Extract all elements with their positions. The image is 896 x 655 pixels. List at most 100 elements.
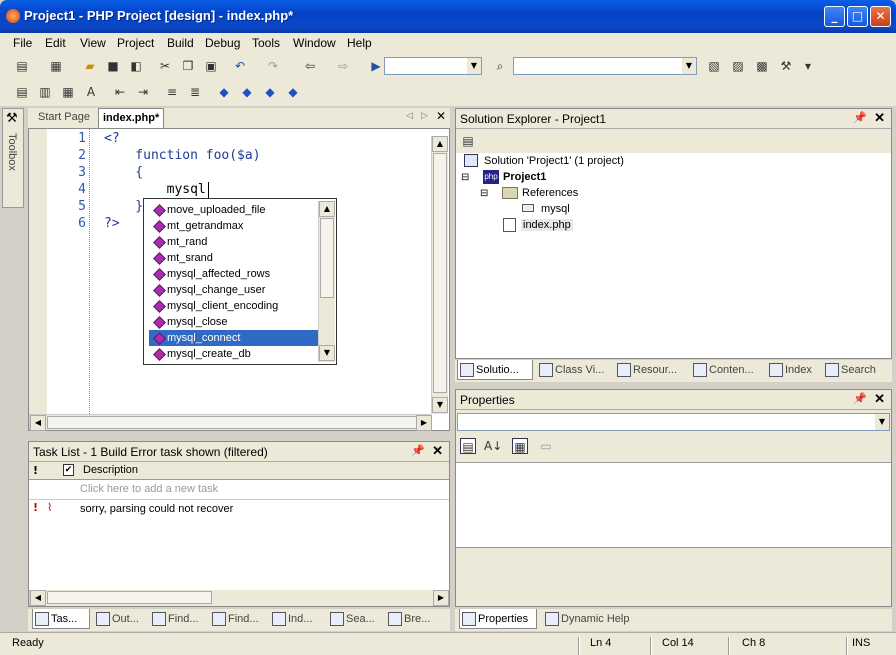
maximize-button[interactable]: □ <box>847 6 868 27</box>
tab-start-page[interactable]: Start Page <box>38 111 90 123</box>
list-item[interactable]: mt_getrandmax <box>149 218 321 234</box>
references-node[interactable]: References <box>522 187 578 199</box>
close-document-icon[interactable]: ✕ <box>436 109 446 123</box>
copy-icon[interactable]: ❐ <box>180 58 196 74</box>
menu-view[interactable]: View <box>80 36 106 50</box>
properties-icon[interactable]: ▤ <box>460 133 476 149</box>
solution-node[interactable]: Solution 'Project1' (1 project) <box>484 155 624 167</box>
redo-icon[interactable]: ↷ <box>265 58 281 74</box>
list-item[interactable]: mt_rand <box>149 234 321 250</box>
list-item[interactable]: move_uploaded_file <box>149 202 321 218</box>
properties-window-icon[interactable]: ▨ <box>730 58 746 74</box>
scroll-thumb[interactable] <box>433 153 447 393</box>
add-task-placeholder[interactable]: Click here to add a new task <box>80 483 218 495</box>
menu-window[interactable]: Window <box>293 36 336 50</box>
quick-info-icon[interactable]: ▦ <box>60 84 76 100</box>
properties-view-icon[interactable]: ▦ <box>512 438 528 454</box>
scroll-up-icon[interactable]: ▲ <box>432 136 448 152</box>
menu-tools[interactable]: Tools <box>252 36 280 50</box>
add-item-icon[interactable]: ▦ <box>48 58 64 74</box>
pin-icon[interactable]: 📌 <box>411 444 425 457</box>
close-icon[interactable]: ✕ <box>874 110 885 126</box>
comment-icon[interactable]: ≡ <box>164 84 180 100</box>
save-all-icon[interactable]: ◧ <box>128 58 144 74</box>
list-item[interactable]: mysql_close <box>149 314 321 330</box>
menu-edit[interactable]: Edit <box>45 36 66 50</box>
close-icon[interactable]: ✕ <box>432 443 443 459</box>
list-members-icon[interactable]: ▤ <box>14 84 30 100</box>
decrease-indent-icon[interactable]: ⇤ <box>112 84 128 100</box>
reference-item[interactable]: mysql <box>541 203 570 215</box>
autocomplete-scrollbar[interactable]: ▲ ▼ <box>318 201 335 362</box>
scroll-right-icon[interactable]: ▶ <box>416 415 432 431</box>
pin-icon[interactable]: 📌 <box>853 111 867 124</box>
save-icon[interactable]: ■ <box>105 58 121 74</box>
undo-icon[interactable]: ↶ <box>232 58 248 74</box>
menu-file[interactable]: File <box>13 36 32 50</box>
start-debug-icon[interactable]: ▶ <box>368 58 384 74</box>
tab-resource-view[interactable]: Resour... <box>615 360 689 380</box>
navigate-back-icon[interactable]: ⇦ <box>302 58 318 74</box>
close-button[interactable]: ✕ <box>870 6 891 27</box>
solution-config-combo[interactable]: ▼ <box>384 57 482 75</box>
property-pages-icon[interactable]: ▭ <box>538 438 554 454</box>
cut-icon[interactable]: ✂ <box>157 58 173 74</box>
column-priority[interactable]: ! <box>33 464 38 477</box>
tab-breakpoints[interactable]: Bre... <box>386 609 442 629</box>
parameter-info-icon[interactable]: ▥ <box>37 84 53 100</box>
tab-properties[interactable]: Properties <box>459 609 537 629</box>
scroll-down-icon[interactable]: ▼ <box>432 397 448 413</box>
new-project-icon[interactable]: ▤ <box>14 58 30 74</box>
autocomplete-list[interactable]: move_uploaded_file mt_getrandmax mt_rand… <box>143 198 337 365</box>
navigate-forward-icon[interactable]: ⇨ <box>335 58 351 74</box>
scroll-tabs-right-icon[interactable]: ▷ <box>421 111 428 121</box>
pin-icon[interactable]: 📌 <box>853 392 867 405</box>
scroll-tabs-left-icon[interactable]: ◁ <box>406 111 413 121</box>
list-item-selected[interactable]: mysql_connect <box>148 329 322 347</box>
clear-bookmarks-icon[interactable]: ◆ <box>285 84 301 100</box>
categorized-icon[interactable]: ▤ <box>460 438 476 454</box>
project-node[interactable]: Project1 <box>503 171 546 183</box>
tab-find-results-2[interactable]: Find... <box>210 609 268 629</box>
editor-vertical-scrollbar[interactable]: ▲ ▼ <box>431 136 448 414</box>
object-selector[interactable]: ▼ <box>457 413 890 431</box>
menu-project[interactable]: Project <box>117 36 154 50</box>
find-combo[interactable]: ▼ <box>513 57 697 75</box>
scroll-down-icon[interactable]: ▼ <box>319 345 335 361</box>
tab-search-results[interactable]: Sea... <box>328 609 384 629</box>
increase-indent-icon[interactable]: ⇥ <box>135 84 151 100</box>
tab-dynamic-help[interactable]: Dynamic Help <box>543 609 639 629</box>
scroll-left-icon[interactable]: ◀ <box>30 590 46 606</box>
file-node[interactable]: index.php <box>521 219 573 231</box>
open-file-icon[interactable]: ▰ <box>82 58 98 74</box>
chevron-down-icon[interactable]: ▼ <box>467 58 481 74</box>
scroll-right-icon[interactable]: ▶ <box>433 590 449 606</box>
tab-solution-explorer[interactable]: Solutio... <box>457 360 533 380</box>
scroll-thumb[interactable] <box>47 591 212 604</box>
list-item[interactable]: mt_srand <box>149 250 321 266</box>
minimize-button[interactable]: _ <box>824 6 845 27</box>
tab-index-results[interactable]: Ind... <box>270 609 326 629</box>
collapse-icon[interactable]: ⊟ <box>480 188 488 199</box>
tab-index[interactable]: Index <box>767 360 819 380</box>
next-bookmark-icon[interactable]: ◆ <box>239 84 255 100</box>
list-item[interactable]: mysql_client_encoding <box>149 298 321 314</box>
prev-bookmark-icon[interactable]: ◆ <box>262 84 278 100</box>
task-horizontal-scrollbar[interactable]: ◀ ▶ <box>29 590 449 606</box>
task-description[interactable]: sorry, parsing could not recover <box>80 503 233 515</box>
tab-class-view[interactable]: Class Vi... <box>537 360 611 380</box>
list-item[interactable]: mysql_affected_rows <box>149 266 321 282</box>
uncomment-icon[interactable]: ≣ <box>187 84 203 100</box>
tools-icon[interactable]: ⚒ <box>778 58 794 74</box>
editor-horizontal-scrollbar[interactable]: ◀ ▶ <box>29 414 432 431</box>
complete-word-icon[interactable]: A <box>83 84 99 100</box>
tab-index-php[interactable]: index.php* <box>98 108 165 128</box>
list-item[interactable]: mysql_change_user <box>149 282 321 298</box>
collapse-icon[interactable]: ⊟ <box>461 172 469 183</box>
solution-explorer-icon[interactable]: ▧ <box>706 58 722 74</box>
find-in-files-icon[interactable]: ⌕ <box>492 58 508 74</box>
bookmark-icon[interactable]: ◆ <box>216 84 232 100</box>
chevron-down-icon[interactable]: ▼ <box>682 58 696 74</box>
scroll-thumb[interactable] <box>47 416 417 429</box>
property-grid[interactable] <box>456 462 891 548</box>
